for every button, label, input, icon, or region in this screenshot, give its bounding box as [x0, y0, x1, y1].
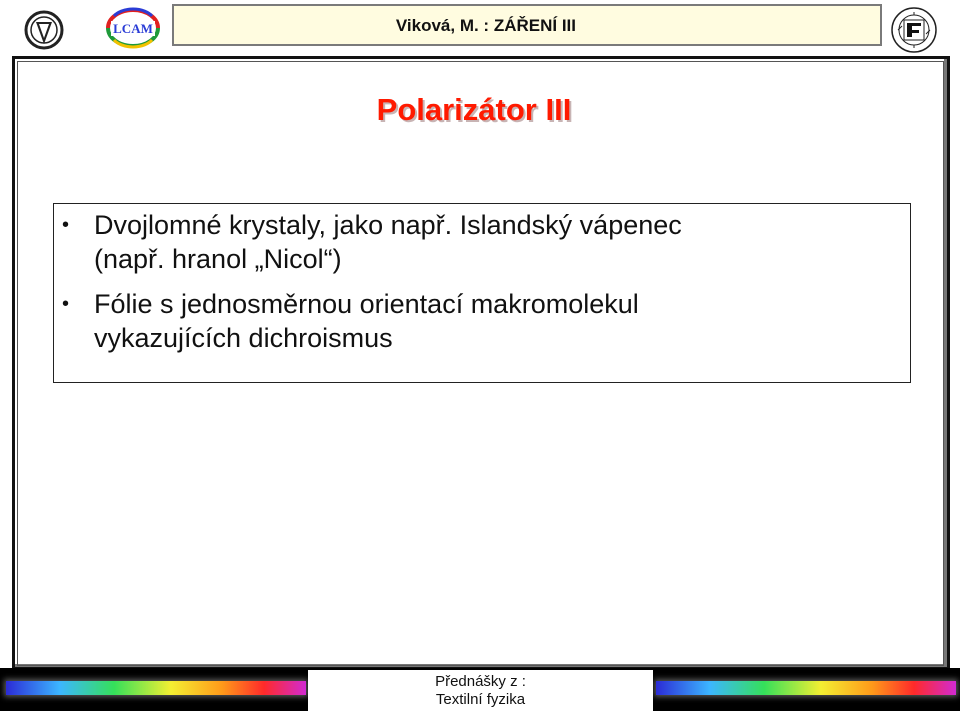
bullet-line-1: Dvojlomné krystaly, jako např. Islandský… [94, 210, 682, 240]
bullet-line-2: vykazujících dichroismus [94, 323, 393, 353]
bullet-text: Fólie s jednosměrnou orientací makromole… [94, 287, 894, 355]
rainbow-stripe-right [656, 681, 956, 695]
bullet-line-2: (např. hranol „Nicol“) [94, 244, 342, 274]
bullet-dot-icon: • [62, 293, 70, 315]
slide-title-text: Polarizátor III [376, 92, 572, 127]
header-title: Viková, M. : ZÁŘENÍ III [395, 16, 576, 35]
rainbow-stripe-left [6, 681, 306, 695]
footer-line-1: Přednášky z : [435, 673, 526, 690]
footer-line-2: Textilní fyzika [435, 691, 526, 708]
lcam-logo-text: LCAM [113, 21, 153, 36]
university-logo-icon [22, 10, 66, 50]
bullet-text: Dvojlomné krystaly, jako např. Islandský… [94, 208, 894, 276]
university-seal-icon [890, 6, 938, 54]
bullet-line-1: Fólie s jednosměrnou orientací makromole… [94, 289, 639, 319]
footer-label: Přednášky z : Textilní fyzika [308, 670, 653, 711]
header-title-box: Viková, M. : ZÁŘENÍ III [172, 4, 882, 46]
lcam-logo: LCAM [100, 6, 166, 50]
bullet-dot-icon: • [62, 214, 70, 236]
slide-title: Polarizátor III [0, 92, 960, 128]
